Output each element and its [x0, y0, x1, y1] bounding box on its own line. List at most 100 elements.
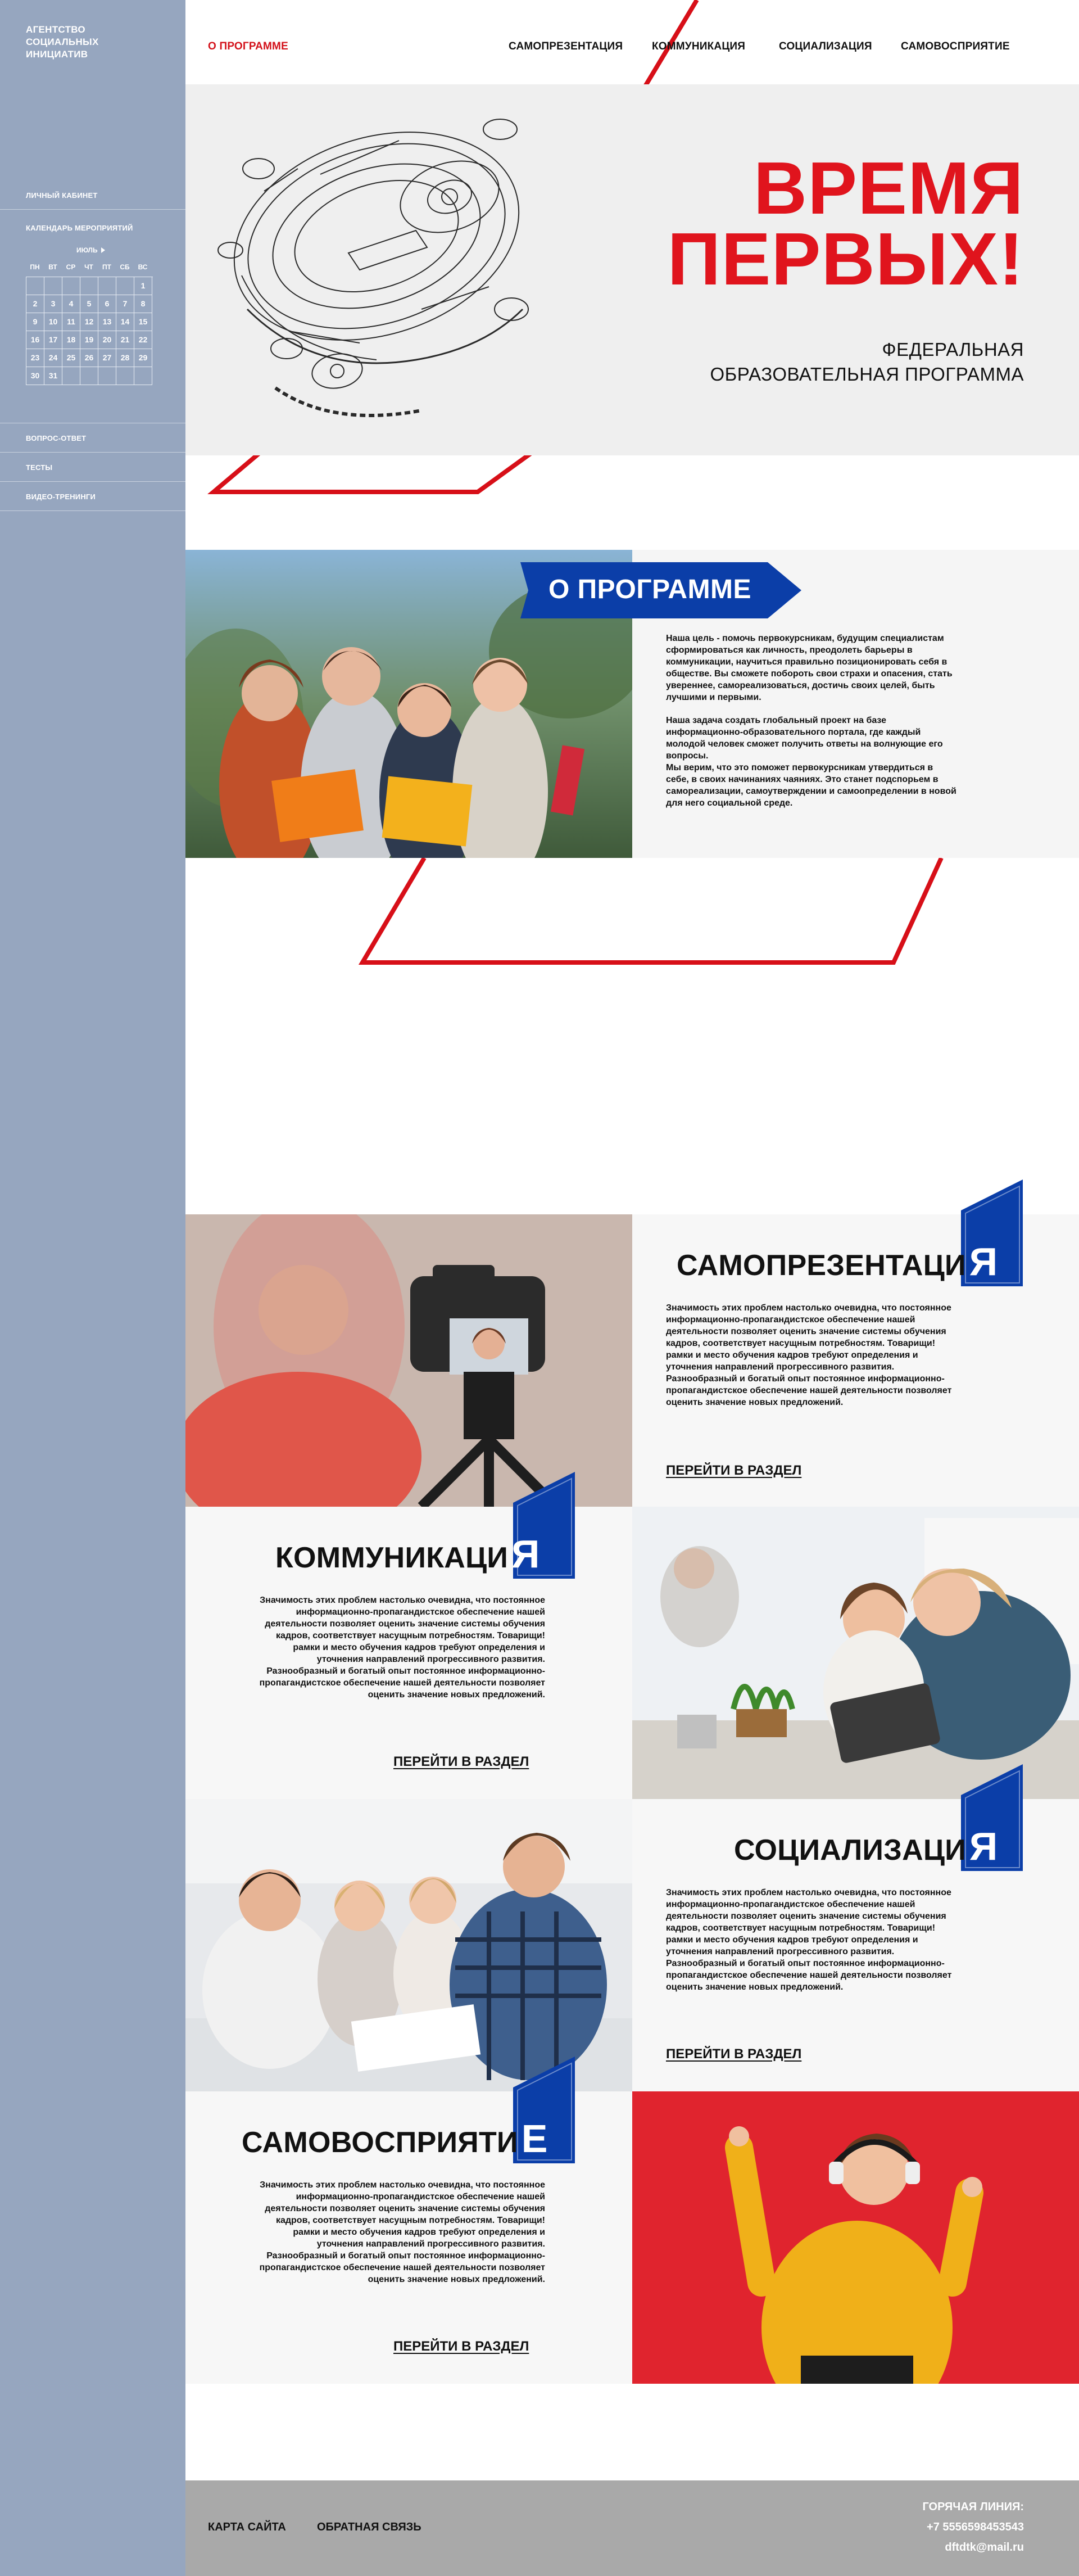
- calendar-day[interactable]: 13: [98, 313, 116, 331]
- calendar-day: [98, 277, 116, 295]
- calendar-day[interactable]: 12: [80, 313, 98, 331]
- go-to-communication-link[interactable]: ПЕРЕЙТИ В РАЗДЕЛ: [393, 1754, 529, 1770]
- hero-title-line: ПЕРВЫХ!: [667, 218, 1024, 300]
- weekday-label: ВТ: [48, 263, 57, 271]
- calendar-weekdays: ПН ВТ СР ЧТ ПТ СБ ВС: [26, 263, 153, 277]
- section-body: Значимость этих проблем настолько очевид…: [666, 1303, 952, 1407]
- nav-item-communication[interactable]: КОММУНИКАЦИЯ: [652, 40, 745, 53]
- sidebar: АГЕНТСТВО СОЦИАЛЬНЫХ ИНИЦИАТИВ ЛИЧНЫЙ КА…: [0, 0, 185, 2576]
- calendar-day[interactable]: 30: [26, 367, 44, 385]
- accent-letter: Е: [521, 2117, 548, 2161]
- weekday-label: ВС: [138, 263, 148, 271]
- hero-banner: ВРЕМЯ ПЕРВЫХ! ФЕДЕРАЛЬНАЯ ОБРАЗОВАТЕЛЬНА…: [185, 84, 1079, 455]
- calendar-day[interactable]: 16: [26, 331, 44, 349]
- hero-subtitle: ФЕДЕРАЛЬНАЯ ОБРАЗОВАТЕЛЬНАЯ ПРОГРАММА: [710, 337, 1024, 387]
- calendar-day[interactable]: 10: [44, 313, 62, 331]
- hero-subtitle-line: ФЕДЕРАЛЬНАЯ: [882, 339, 1024, 360]
- calendar-day[interactable]: 14: [116, 313, 134, 331]
- calendar-day[interactable]: 22: [134, 331, 152, 349]
- sidebar-item-video-trainings[interactable]: ВИДЕО-ТРЕНИНГИ: [26, 492, 96, 501]
- section-body: Значимость этих проблем настолько очевид…: [259, 2180, 545, 2284]
- sidebar-item-personal-cabinet[interactable]: ЛИЧНЫЙ КАБИНЕТ: [26, 191, 97, 200]
- calendar-day[interactable]: 27: [98, 349, 116, 367]
- hotline-label: ГОРЯЧАЯ ЛИНИЯ:: [922, 2501, 1024, 2513]
- calendar-day[interactable]: 17: [44, 331, 62, 349]
- calendar-month-label: ИЮЛЬ: [76, 246, 98, 254]
- calendar-day: [62, 277, 80, 295]
- accent-letter: Я: [969, 1240, 998, 1284]
- about-description: Наша цель - помочь первокурсникам, будущ…: [666, 632, 958, 809]
- hotline-phone[interactable]: +7 5556598453543: [927, 2521, 1024, 2534]
- calendar-day[interactable]: 6: [98, 295, 116, 313]
- go-to-self-presentation-link[interactable]: ПЕРЕЙТИ В РАЗДЕЛ: [666, 1463, 801, 1479]
- calendar-title: КАЛЕНДАРЬ МЕРОПРИЯТИЙ: [26, 224, 133, 232]
- go-to-socialization-link[interactable]: ПЕРЕЙТИ В РАЗДЕЛ: [666, 2046, 801, 2062]
- about-paragraph: Наша задача создать глобальный проект на…: [666, 716, 956, 808]
- calendar-day[interactable]: 23: [26, 349, 44, 367]
- calendar-day[interactable]: 15: [134, 313, 152, 331]
- sidebar-item-tests[interactable]: ТЕСТЫ: [26, 463, 52, 472]
- weekday-label: СР: [66, 263, 76, 271]
- hero-subtitle-line: ОБРАЗОВАТЕЛЬНАЯ ПРОГРАММА: [710, 364, 1024, 385]
- go-to-self-perception-link[interactable]: ПЕРЕЙТИ В РАЗДЕЛ: [393, 2339, 529, 2354]
- calendar-day: [62, 367, 80, 385]
- chevron-right-icon[interactable]: [101, 247, 105, 253]
- calendar-day[interactable]: 7: [116, 295, 134, 313]
- section-title-socialization: СОЦИАЛИЗАЦИЯ: [734, 1824, 998, 1869]
- calendar-day[interactable]: 3: [44, 295, 62, 313]
- weekday-label: ЧТ: [84, 263, 93, 271]
- section-title-communication: КОММУНИКАЦИЯ: [275, 1531, 540, 1576]
- calendar-day[interactable]: 26: [80, 349, 98, 367]
- communication-photo: [632, 1507, 1079, 1799]
- calendar-day[interactable]: 24: [44, 349, 62, 367]
- calendar-month-switcher: ИЮЛЬ: [76, 246, 105, 254]
- calendar-day: [80, 367, 98, 385]
- section-title-text: СОЦИАЛИЗАЦИ: [734, 1834, 966, 1867]
- weekday-label: ПН: [30, 263, 40, 271]
- calendar-day[interactable]: 31: [44, 367, 62, 385]
- section-body: Значимость этих проблем настолько очевид…: [259, 1596, 545, 1700]
- nav-item-about[interactable]: О ПРОГРАММЕ: [208, 40, 288, 53]
- agency-logo[interactable]: АГЕНТСТВО СОЦИАЛЬНЫХ ИНИЦИАТИВ: [26, 24, 138, 61]
- hero-title-line: ВРЕМЯ: [753, 147, 1024, 229]
- nav-item-self-presentation[interactable]: САМОПРЕЗЕНТАЦИЯ: [509, 40, 623, 53]
- about-banner-title: О ПРОГРАММЕ: [548, 575, 752, 604]
- calendar-day[interactable]: 20: [98, 331, 116, 349]
- footer-sitemap-link[interactable]: КАРТА САЙТА: [208, 2521, 286, 2534]
- section-title-self-presentation: САМОПРЕЗЕНТАЦИЯ: [677, 1239, 998, 1284]
- calendar-day[interactable]: 2: [26, 295, 44, 313]
- calendar-day[interactable]: 11: [62, 313, 80, 331]
- section-title-text: САМОПРЕЗЕНТАЦИ: [677, 1249, 966, 1282]
- calendar-day: [134, 367, 152, 385]
- footer-feedback-link[interactable]: ОБРАТНАЯ СВЯЗЬ: [317, 2521, 421, 2534]
- divider: [0, 452, 185, 453]
- calendar-day: [44, 277, 62, 295]
- calendar-day: [80, 277, 98, 295]
- calendar-day: [116, 367, 134, 385]
- calendar-day[interactable]: 29: [134, 349, 152, 367]
- hero-title: ВРЕМЯ ПЕРВЫХ!: [667, 147, 1024, 300]
- calendar-day[interactable]: 8: [134, 295, 152, 313]
- calendar-day: [26, 277, 44, 295]
- weekday-label: ПТ: [102, 263, 111, 271]
- calendar-day[interactable]: 19: [80, 331, 98, 349]
- calendar-day[interactable]: 1: [134, 277, 152, 295]
- section-title-self-perception: САМОВОСПРИЯТИЕ: [242, 2116, 548, 2161]
- weekday-label: СБ: [120, 263, 130, 271]
- self-presentation-photo: [185, 1214, 632, 1507]
- calendar-day[interactable]: 18: [62, 331, 80, 349]
- calendar-day[interactable]: 21: [116, 331, 134, 349]
- socialization-photo: [185, 1799, 632, 2091]
- nav-item-socialization[interactable]: СОЦИАЛИЗАЦИЯ: [779, 40, 872, 53]
- calendar-day[interactable]: 9: [26, 313, 44, 331]
- calendar-day[interactable]: 5: [80, 295, 98, 313]
- nav-item-self-perception[interactable]: САМОВОСПРИЯТИЕ: [901, 40, 1010, 53]
- calendar-day[interactable]: 4: [62, 295, 80, 313]
- self-perception-photo: [632, 2091, 1079, 2384]
- calendar-day[interactable]: 25: [62, 349, 80, 367]
- divider: [0, 481, 185, 482]
- sidebar-item-faq[interactable]: ВОПРОС-ОТВЕТ: [26, 434, 86, 442]
- contact-email[interactable]: dftdtk@mail.ru: [945, 2541, 1024, 2554]
- calendar-day[interactable]: 28: [116, 349, 134, 367]
- events-calendar: ПН ВТ СР ЧТ ПТ СБ ВС 1 2 3 4 5 6 7 8 9 10 11 12 13 14…: [26, 263, 153, 385]
